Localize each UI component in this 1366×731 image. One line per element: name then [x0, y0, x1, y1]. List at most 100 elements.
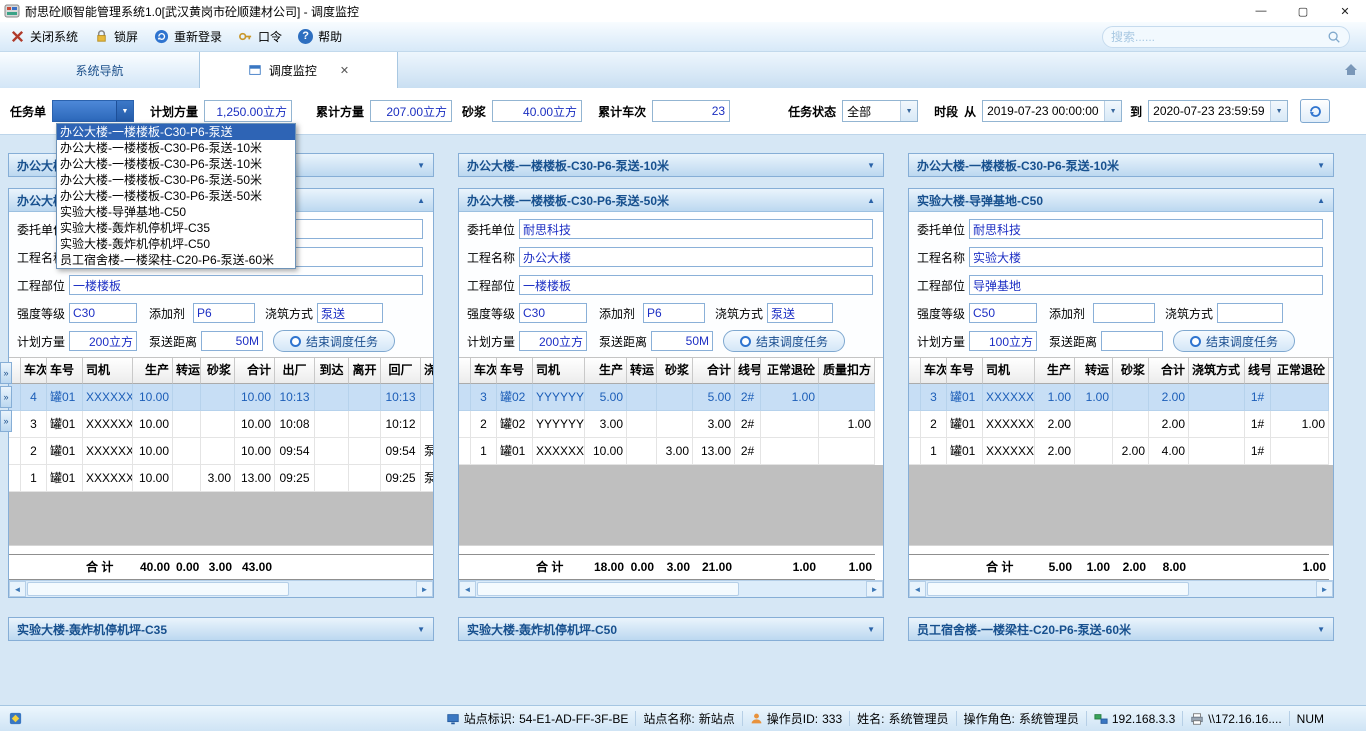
search-input[interactable]: 搜索......: [1102, 26, 1350, 48]
cumulative-volume-field[interactable]: [370, 100, 452, 122]
plan-volume-field[interactable]: [204, 100, 292, 122]
task-status-combo[interactable]: 全部 ▼: [842, 100, 918, 122]
plan-input[interactable]: [519, 331, 587, 351]
collapsed-panel-header[interactable]: 办公大楼-一楼楼板-C30-P6-泵送-10米 ▼: [458, 153, 884, 177]
distance-input[interactable]: [1101, 331, 1163, 351]
help-button[interactable]: ? 帮助: [298, 28, 342, 45]
dropdown-option[interactable]: 办公大楼-一楼楼板-C30-P6-泵送: [57, 124, 295, 140]
close-system-button[interactable]: 关闭系统: [10, 28, 78, 45]
table-row[interactable]: 3罐01XXXXXX10.0010.0010:0810:12: [9, 411, 433, 438]
table-row[interactable]: 3罐02YYYYYY5.005.002#1.00: [459, 384, 883, 411]
collapse-icon[interactable]: ▲: [411, 196, 425, 205]
panel-header[interactable]: 办公大楼-一楼楼板-C30-P6-泵送-50米 ▲: [459, 189, 883, 212]
panel-header[interactable]: 实验大楼-导弹基地-C50 ▲: [909, 189, 1333, 212]
chevron-down-icon[interactable]: ▼: [900, 101, 917, 121]
expand-icon[interactable]: ▼: [1311, 161, 1325, 170]
scroll-thumb[interactable]: [27, 582, 289, 596]
expand-icon[interactable]: ▼: [861, 625, 875, 634]
table-row[interactable]: 4罐01XXXXXX10.0010.0010:1310:13: [9, 384, 433, 411]
dropdown-option[interactable]: 办公大楼-一楼楼板-C30-P6-泵送-10米: [57, 140, 295, 156]
chevron-down-icon[interactable]: ▼: [1270, 101, 1287, 121]
relogin-button[interactable]: 重新登录: [154, 28, 222, 45]
distance-input[interactable]: [651, 331, 713, 351]
table-row[interactable]: 3罐01XXXXXX1.001.002.001#: [909, 384, 1333, 411]
table-row[interactable]: 1罐01XXXXXX10.003.0013.002#: [459, 438, 883, 465]
scroll-left-icon[interactable]: ◄: [9, 581, 26, 597]
collapsed-panel-header[interactable]: 员工宿舍楼-一楼梁柱-C20-P6-泵送-60米 ▼: [908, 617, 1334, 641]
dropdown-option[interactable]: 办公大楼-一楼楼板-C30-P6-泵送-10米: [57, 156, 295, 172]
method-input[interactable]: [317, 303, 383, 323]
scroll-track[interactable]: [739, 581, 866, 597]
project-input[interactable]: [519, 247, 873, 267]
part-input[interactable]: [69, 275, 423, 295]
horizontal-scrollbar[interactable]: ◄ ►: [9, 580, 433, 597]
search-icon[interactable]: [1327, 30, 1341, 44]
collapse-icon[interactable]: ▲: [1311, 196, 1325, 205]
password-button[interactable]: 口令: [238, 28, 282, 45]
dropdown-option[interactable]: 办公大楼-一楼楼板-C30-P6-泵送-50米: [57, 188, 295, 204]
refresh-button[interactable]: [1300, 99, 1330, 123]
part-input[interactable]: [519, 275, 873, 295]
dropdown-option[interactable]: 实验大楼-轰炸机停机坪-C50: [57, 236, 295, 252]
collapsed-panel-header[interactable]: 办公大楼-一楼楼板-C30-P6-泵送-10米 ▼: [908, 153, 1334, 177]
close-icon[interactable]: ✕: [1324, 0, 1366, 22]
scroll-thumb[interactable]: [927, 582, 1189, 596]
additive-input[interactable]: [193, 303, 255, 323]
table-row[interactable]: 2罐01XXXXXX10.0010.0009:5409:54泵送: [9, 438, 433, 465]
additive-input[interactable]: [1093, 303, 1155, 323]
mortar-field[interactable]: [492, 100, 582, 122]
collapsed-panel-header[interactable]: 实验大楼-轰炸机停机坪-C35 ▼: [8, 617, 434, 641]
expand-strip-button[interactable]: »: [0, 386, 12, 408]
plan-input[interactable]: [969, 331, 1037, 351]
home-icon[interactable]: [1336, 52, 1366, 88]
task-order-combo[interactable]: ▼: [52, 100, 134, 122]
grade-input[interactable]: [969, 303, 1037, 323]
dropdown-option[interactable]: 实验大楼-轰炸机停机坪-C35: [57, 220, 295, 236]
chevron-down-icon[interactable]: ▼: [116, 101, 133, 121]
end-dispatch-button[interactable]: 结束调度任务: [723, 330, 845, 352]
grade-input[interactable]: [519, 303, 587, 323]
tab-system-nav[interactable]: 系统导航: [0, 52, 200, 88]
period-from-picker[interactable]: 2019-07-23 00:00:00 ▼: [982, 100, 1122, 122]
plan-input[interactable]: [69, 331, 137, 351]
minimize-icon[interactable]: —: [1240, 0, 1282, 22]
scroll-track[interactable]: [1189, 581, 1316, 597]
scroll-right-icon[interactable]: ►: [1316, 581, 1333, 597]
tab-dispatch-monitor[interactable]: 调度监控 ✕: [200, 52, 398, 88]
part-input[interactable]: [969, 275, 1323, 295]
lock-screen-button[interactable]: 锁屏: [94, 28, 138, 45]
scroll-right-icon[interactable]: ►: [416, 581, 433, 597]
scroll-left-icon[interactable]: ◄: [459, 581, 476, 597]
table-row[interactable]: 1罐01XXXXXX2.002.004.001#: [909, 438, 1333, 465]
expand-icon[interactable]: ▼: [1311, 625, 1325, 634]
collapsed-panel-header[interactable]: 实验大楼-轰炸机停机坪-C50 ▼: [458, 617, 884, 641]
dropdown-option[interactable]: 员工宿舍楼-一楼梁柱-C20-P6-泵送-60米: [57, 252, 295, 268]
chevron-down-icon[interactable]: ▼: [1104, 101, 1121, 121]
end-dispatch-button[interactable]: 结束调度任务: [273, 330, 395, 352]
table-row[interactable]: 1罐01XXXXXX10.003.0013.0009:2509:25泵送: [9, 465, 433, 492]
distance-input[interactable]: [201, 331, 263, 351]
dropdown-option[interactable]: 实验大楼-导弹基地-C50: [57, 204, 295, 220]
table-row[interactable]: 2罐02YYYYYY3.003.002#1.00: [459, 411, 883, 438]
expand-icon[interactable]: ▼: [861, 161, 875, 170]
scroll-track[interactable]: [289, 581, 416, 597]
expand-strip-button[interactable]: »: [0, 362, 12, 384]
scroll-left-icon[interactable]: ◄: [909, 581, 926, 597]
horizontal-scrollbar[interactable]: ◄ ►: [909, 580, 1333, 597]
trip-count-field[interactable]: [652, 100, 730, 122]
method-input[interactable]: [1217, 303, 1283, 323]
scroll-right-icon[interactable]: ►: [866, 581, 883, 597]
method-input[interactable]: [767, 303, 833, 323]
tab-close-icon[interactable]: ✕: [340, 64, 349, 77]
expand-icon[interactable]: ▼: [411, 625, 425, 634]
expand-strip-button[interactable]: »: [0, 410, 12, 432]
grade-input[interactable]: [69, 303, 137, 323]
scroll-thumb[interactable]: [477, 582, 739, 596]
period-to-picker[interactable]: 2020-07-23 23:59:59 ▼: [1148, 100, 1288, 122]
maximize-icon[interactable]: ▢: [1282, 0, 1324, 22]
client-input[interactable]: [519, 219, 873, 239]
horizontal-scrollbar[interactable]: ◄ ►: [459, 580, 883, 597]
client-input[interactable]: [969, 219, 1323, 239]
table-row[interactable]: 2罐01XXXXXX2.002.001#1.00: [909, 411, 1333, 438]
additive-input[interactable]: [643, 303, 705, 323]
